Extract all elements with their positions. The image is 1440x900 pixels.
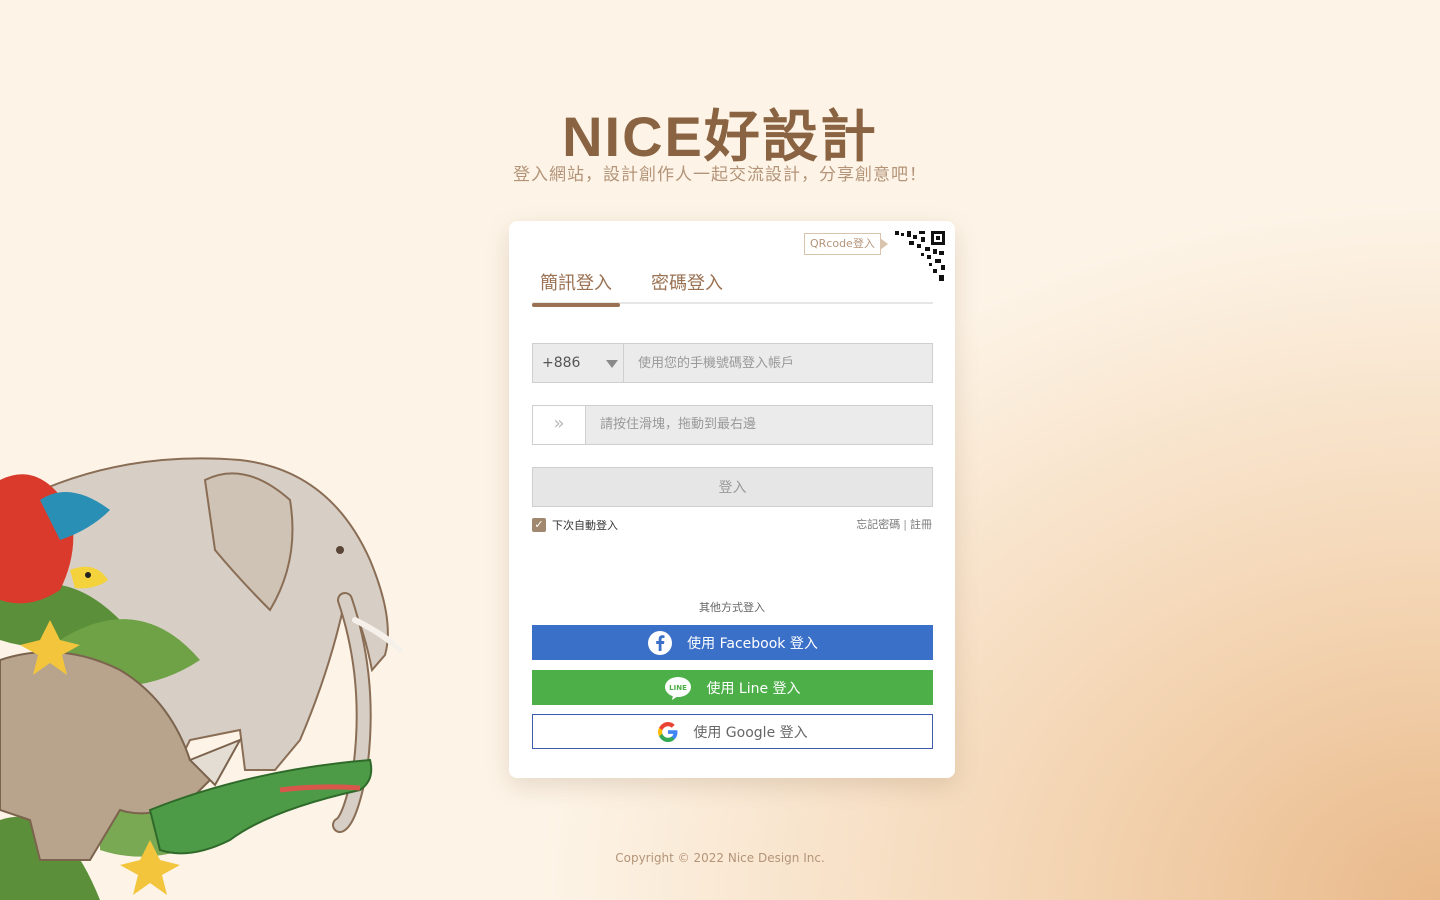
slide-verify: » 請按住滑塊，拖動到最右邊	[532, 405, 933, 445]
slider-instruction: 請按住滑塊，拖動到最右邊	[600, 417, 757, 432]
facebook-icon	[648, 630, 673, 655]
phone-field: +886	[532, 343, 933, 383]
line-icon-text: LINE	[670, 684, 688, 692]
phone-number-input[interactable]	[624, 344, 932, 382]
other-login-label: 其他方式登入	[699, 601, 765, 614]
country-code-value: +886	[542, 355, 581, 371]
account-links: 忘記密碼 | 註冊	[856, 516, 932, 532]
login-button[interactable]: 登入	[532, 467, 933, 507]
tab-sms-login[interactable]: 簡訊登入	[532, 269, 620, 307]
facebook-login-button[interactable]: 使用 Facebook 登入	[532, 625, 933, 660]
tab-password-login[interactable]: 密碼登入	[651, 269, 723, 295]
register-link[interactable]: 註冊	[910, 518, 932, 531]
google-login-label: 使用 Google 登入	[693, 724, 808, 741]
double-chevron-right-icon: »	[553, 413, 565, 434]
remember-checkbox[interactable]: ✓	[532, 518, 546, 532]
google-login-button[interactable]: 使用 Google 登入	[532, 714, 933, 749]
login-card: QRcode登入 簡訊登入 密碼登入 +886 »	[509, 221, 955, 778]
line-login-label: 使用 Line 登入	[706, 680, 801, 697]
animals-illustration	[0, 457, 403, 900]
line-login-button[interactable]: LINE 使用 Line 登入	[532, 670, 933, 705]
copyright: Copyright © 2022 Nice Design Inc.	[615, 851, 825, 865]
link-separator: |	[903, 518, 907, 531]
line-icon: LINE	[665, 676, 692, 700]
remember-label: 下次自動登入	[552, 519, 618, 532]
google-icon	[658, 721, 678, 742]
facebook-login-label: 使用 Facebook 登入	[687, 635, 818, 652]
qrcode-login-label[interactable]: QRcode登入	[804, 233, 888, 255]
country-code-select[interactable]: +886	[533, 344, 624, 382]
remember-me[interactable]: ✓ 下次自動登入	[532, 517, 618, 533]
tagline: 登入網站，設計創作人一起交流設計，分享創意吧！	[513, 165, 927, 185]
forgot-password-link[interactable]: 忘記密碼	[856, 518, 900, 531]
caret-down-icon	[606, 360, 618, 368]
slider-handle[interactable]: »	[533, 406, 586, 444]
login-tabs: 簡訊登入 密碼登入	[532, 265, 933, 307]
